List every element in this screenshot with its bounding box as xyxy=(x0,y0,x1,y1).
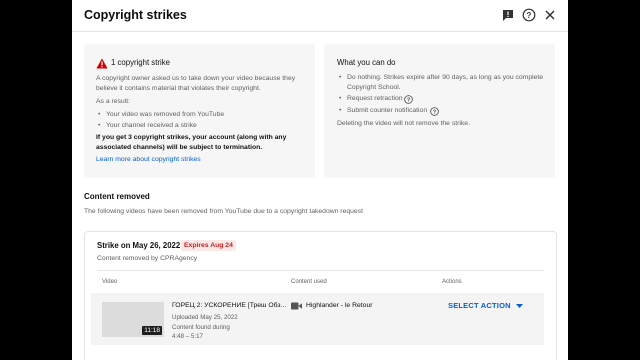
column-header-content: Content used xyxy=(291,279,327,285)
option-do-nothing-line2: Copyright School. xyxy=(347,84,401,91)
strike-description-line1: A copyright owner asked us to take down … xyxy=(96,75,296,82)
result-item: Your video was removed from YouTube xyxy=(98,110,224,120)
options-heading: What you can do xyxy=(337,58,396,67)
divider xyxy=(97,270,544,271)
close-icon[interactable] xyxy=(543,8,557,22)
learn-more-link[interactable]: Learn more about copyright strikes xyxy=(96,155,201,165)
deletion-note: Deleting the video will not remove the s… xyxy=(337,120,470,127)
option-counter-notification[interactable]: Submit counter notification xyxy=(339,106,427,116)
help-icon[interactable]: ? xyxy=(404,95,413,104)
termination-warning-line2: associated channels) will be subject to … xyxy=(96,144,263,151)
strike-date: Strike on May 26, 2022 xyxy=(97,241,181,250)
warning-icon xyxy=(96,58,108,69)
content-used-title: Highlander - le Retour xyxy=(306,302,373,309)
content-removed-heading: Content removed xyxy=(84,192,150,201)
svg-text:?: ? xyxy=(407,97,410,103)
removed-by: Content removed by CPRAgency xyxy=(97,255,198,262)
result-label: As a result: xyxy=(96,98,130,105)
content-found-range: 4:48 – 5:17 xyxy=(172,333,203,340)
chevron-down-icon[interactable] xyxy=(516,304,523,308)
termination-warning-line1: If you get 3 copyright strikes, your acc… xyxy=(96,134,287,141)
help-icon[interactable]: ? xyxy=(430,107,439,116)
video-title[interactable]: ГОРЕЦ 2: УСКОРЕНИЕ [Треш Обз... xyxy=(172,301,286,311)
help-icon[interactable]: ? xyxy=(522,8,536,22)
strike-summary-card: 1 copyright strike A copyright owner ask… xyxy=(84,44,315,178)
strike-card: Strike on May 26, 2022 Expires Aug 24 Co… xyxy=(84,231,557,360)
column-header-actions: Actions xyxy=(442,279,462,285)
options-card: What you can do Do nothing. Strikes expi… xyxy=(324,44,555,178)
content-removed-description: The following videos have been removed f… xyxy=(84,208,363,215)
column-header-video: Video xyxy=(102,279,118,285)
dialog-header: Copyright strikes ? xyxy=(72,0,568,32)
dialog-title: Copyright strikes xyxy=(84,8,187,22)
feedback-icon[interactable] xyxy=(501,8,515,22)
table-row: 11:18 ГОРЕЦ 2: УСКОРЕНИЕ [Треш Обз... Up… xyxy=(91,293,544,345)
option-request-retraction[interactable]: Request retraction xyxy=(339,94,402,104)
copyright-strikes-dialog: Copyright strikes ? 1 copyright strike A… xyxy=(72,0,568,360)
strike-count-heading: 1 copyright strike xyxy=(111,58,170,67)
svg-text:?: ? xyxy=(527,11,532,20)
strike-description-line2: believe it contains material that violat… xyxy=(96,85,261,92)
video-duration: 11:18 xyxy=(142,326,162,335)
svg-text:?: ? xyxy=(433,109,436,115)
video-camera-icon xyxy=(291,302,302,310)
expiry-badge: Expires Aug 24 xyxy=(181,240,236,251)
video-upload-date: Uploaded May 25, 2022 xyxy=(172,314,238,321)
video-thumbnail[interactable]: 11:18 xyxy=(102,302,164,337)
select-action-button[interactable]: SELECT ACTION xyxy=(448,301,511,310)
result-item: Your channel received a strike xyxy=(98,121,197,131)
option-do-nothing-line1: Do nothing. Strikes expire after 90 days… xyxy=(339,73,543,83)
